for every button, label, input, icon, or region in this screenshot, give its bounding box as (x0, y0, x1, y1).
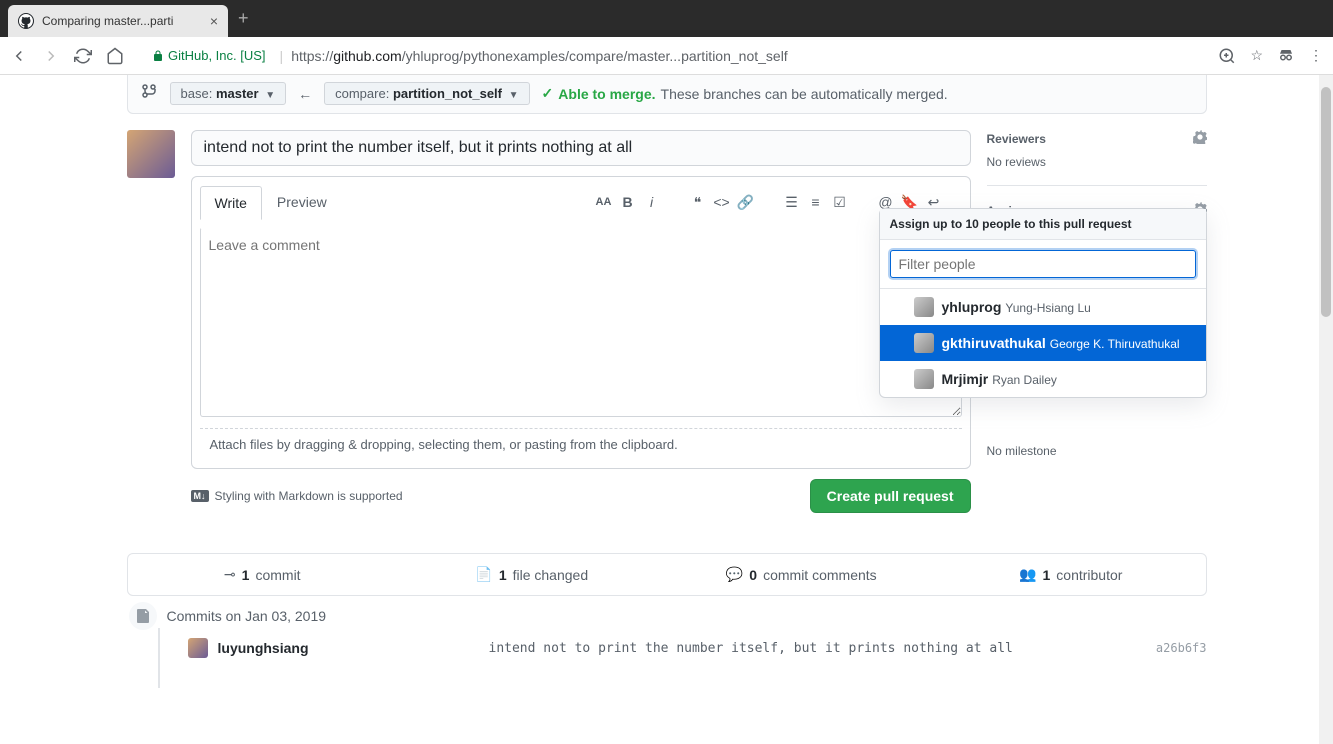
heading-icon[interactable]: AA (594, 192, 614, 212)
assignee-option[interactable]: Mrjimjr Ryan Dailey (880, 361, 1206, 397)
ol-icon[interactable]: ≡ (806, 192, 826, 212)
comment-icon: 💬 (726, 566, 743, 583)
stat-commits[interactable]: ⊸ 1 commit (128, 554, 398, 595)
incognito-icon[interactable] (1277, 47, 1295, 65)
menu-icon[interactable]: ⋮ (1309, 47, 1323, 64)
timeline-badge-icon (127, 600, 159, 632)
stats-bar: ⊸ 1 commit 📄 1 file changed 💬 0 commit c… (127, 553, 1207, 596)
assignee-option[interactable]: yhluprog Yung-Hsiang Lu (880, 289, 1206, 325)
ul-icon[interactable]: ☰ (782, 192, 802, 212)
tab-title: Comparing master...parti (42, 14, 202, 28)
caret-down-icon: ▼ (265, 90, 275, 101)
security-label: GitHub, Inc. [US] (168, 48, 266, 63)
comment-textarea[interactable] (200, 227, 962, 417)
browser-tab-strip: Comparing master...parti × + (0, 0, 1333, 37)
file-icon: 📄 (475, 566, 492, 583)
filter-people-input[interactable] (890, 250, 1196, 278)
assignees-popup: Assign up to 10 people to this pull requ… (879, 208, 1207, 398)
commit-icon: ⊸ (224, 566, 236, 583)
github-favicon (18, 13, 34, 29)
bookmark-icon[interactable]: ☆ (1250, 47, 1263, 64)
browser-tab[interactable]: Comparing master...parti × (8, 5, 228, 37)
code-icon[interactable]: <> (712, 192, 732, 212)
forward-button[interactable] (42, 47, 60, 65)
zoom-icon[interactable] (1218, 47, 1236, 65)
assignee-option[interactable]: gkthiruvathukal George K. Thiruvathukal (880, 325, 1206, 361)
commit-sha[interactable]: a26b6f3 (1156, 641, 1207, 655)
stat-files[interactable]: 📄 1 file changed (397, 554, 667, 595)
attach-hint[interactable]: Attach files by dragging & dropping, sel… (200, 428, 962, 460)
swap-branches-icon[interactable]: ← (298, 86, 312, 102)
reviewers-body: No reviews (987, 155, 1207, 169)
milestone-body: No milestone (987, 444, 1207, 458)
popup-header: Assign up to 10 people to this pull requ… (880, 209, 1206, 240)
address-bar[interactable]: GitHub, Inc. [US] | https://github.com/y… (138, 46, 1204, 65)
bold-icon[interactable]: B (618, 192, 638, 212)
compare-icon (142, 84, 158, 103)
preview-tab[interactable]: Preview (262, 185, 342, 219)
link-icon[interactable]: 🔗 (736, 192, 756, 212)
create-pr-button[interactable]: Create pull request (810, 479, 971, 513)
new-tab-button[interactable]: + (238, 8, 249, 29)
browser-toolbar: GitHub, Inc. [US] | https://github.com/y… (0, 37, 1333, 75)
close-tab-icon[interactable]: × (210, 13, 218, 29)
commit-avatar (188, 638, 208, 658)
check-icon: ✓ (542, 85, 554, 102)
back-button[interactable] (10, 47, 28, 65)
commit-author[interactable]: luyunghsiang (218, 640, 309, 656)
user-avatar[interactable] (127, 130, 175, 178)
compare-branch-dropdown[interactable]: compare: partition_not_self ▼ (324, 82, 529, 105)
url-text: https://github.com/yhluprog/pythonexampl… (291, 48, 788, 64)
reload-button[interactable] (74, 47, 92, 65)
gear-icon[interactable] (1193, 130, 1207, 147)
pr-title-input[interactable] (191, 130, 971, 166)
security-chip[interactable]: GitHub, Inc. [US] (146, 46, 272, 65)
commit-row[interactable]: luyunghsiang intend not to print the num… (188, 638, 1207, 658)
scrollbar[interactable] (1319, 75, 1333, 744)
comment-box: Write Preview AA B i ❝ <> 🔗 (191, 176, 971, 469)
avatar (914, 333, 934, 353)
stat-comments[interactable]: 💬 0 commit comments (667, 554, 937, 595)
home-button[interactable] (106, 47, 124, 65)
italic-icon[interactable]: i (642, 192, 662, 212)
quote-icon[interactable]: ❝ (688, 192, 708, 212)
caret-down-icon: ▼ (509, 90, 519, 101)
commit-message[interactable]: intend not to print the number itself, b… (489, 641, 1013, 656)
task-icon[interactable]: ☑ (830, 192, 850, 212)
pr-sidebar: Reviewers No reviews Assignees No milest… (987, 130, 1207, 513)
avatar (914, 369, 934, 389)
people-icon: 👥 (1019, 566, 1036, 583)
stat-contributors[interactable]: 👥 1 contributor (936, 554, 1206, 595)
avatar (914, 297, 934, 317)
reviewers-title: Reviewers (987, 132, 1046, 146)
compare-bar: base: master ▼ ← compare: partition_not_… (127, 75, 1207, 114)
commits-timeline: Commits on Jan 03, 2019 luyunghsiang int… (127, 604, 1207, 688)
markdown-icon: M↓ (191, 490, 209, 502)
write-tab[interactable]: Write (200, 186, 262, 220)
base-branch-dropdown[interactable]: base: master ▼ (170, 82, 287, 105)
timeline-date: Commits on Jan 03, 2019 (143, 604, 1207, 628)
markdown-hint[interactable]: M↓ Styling with Markdown is supported (191, 489, 403, 503)
merge-status: ✓ Able to merge. These branches can be a… (542, 85, 948, 102)
